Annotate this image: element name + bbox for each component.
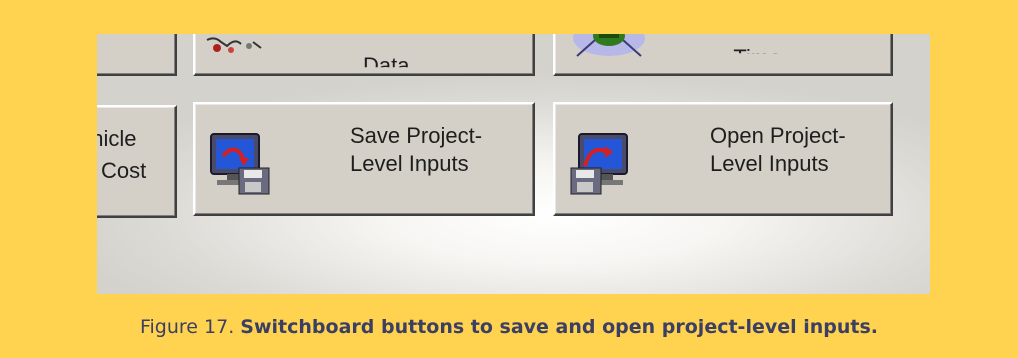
save-project-inputs-button[interactable]: Save Project- Level Inputs xyxy=(193,102,535,216)
vehicle-cost-button[interactable]: ehicle Cost xyxy=(97,105,177,218)
data-button-label: Data xyxy=(363,53,410,78)
save-label-line1: Save Project- xyxy=(350,123,483,148)
switchboard-screenshot: Data ...Time ehicle Cost xyxy=(97,34,930,294)
time-button[interactable]: ...Time xyxy=(553,34,893,76)
save-icon xyxy=(209,132,275,201)
figure-number: Figure 17. xyxy=(139,316,235,338)
clock-icon xyxy=(569,34,649,65)
data-icon xyxy=(205,36,275,63)
open-label-line2: Level Inputs xyxy=(710,151,829,176)
save-label-line2: Level Inputs xyxy=(350,151,469,176)
open-project-inputs-button[interactable]: Open Project- Level Inputs xyxy=(553,102,893,216)
figure-caption: Figure 17. Switchboard buttons to save a… xyxy=(0,316,1018,338)
time-button-label: ...Time xyxy=(715,45,782,70)
data-button[interactable]: Data xyxy=(193,34,535,76)
vehicle-cost-label-line1: ehicle xyxy=(97,126,137,151)
open-label-line1: Open Project- xyxy=(710,123,846,148)
top-left-button[interactable] xyxy=(97,34,177,76)
figure-caption-text: Switchboard buttons to save and open pro… xyxy=(240,316,879,338)
vehicle-cost-label-line2: Cost xyxy=(101,158,147,183)
open-icon xyxy=(569,132,635,201)
